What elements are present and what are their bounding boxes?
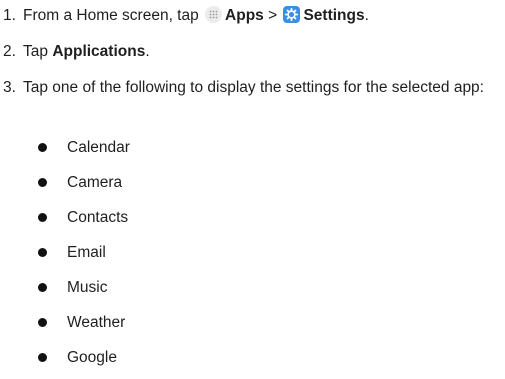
step-3: 3. Tap one of the following to display t…: [3, 77, 503, 99]
applications-label: Applications: [52, 43, 146, 60]
app-name: Google: [67, 348, 117, 366]
app-name: Email: [67, 243, 106, 261]
path-separator: >: [263, 7, 282, 24]
app-name: Calendar: [67, 138, 130, 156]
step-number: 2.: [3, 43, 16, 60]
apps-grid-icon: [205, 6, 223, 23]
apps-label: Apps: [225, 7, 264, 24]
step-1-intro: From a Home screen, tap: [23, 7, 204, 24]
settings-gear-icon: [283, 6, 301, 23]
list-item: Calendar: [38, 130, 130, 165]
bullet-icon: [38, 353, 47, 362]
step-2: 2. Tap Applications.: [3, 41, 503, 63]
list-item: Weather: [38, 305, 130, 340]
step-text: From a Home screen, tap Apps > Settings.: [23, 5, 503, 27]
list-item: Email: [38, 235, 130, 270]
bullet-icon: [38, 318, 47, 327]
list-item: Camera: [38, 165, 130, 200]
bullet-icon: [38, 213, 47, 222]
step-1: 1. From a Home screen, tap Apps > Settin…: [3, 5, 503, 27]
app-list: Calendar Camera Contacts Email Music Wea…: [38, 130, 130, 375]
step-number: 1.: [3, 7, 16, 24]
list-item: Contacts: [38, 200, 130, 235]
bullet-icon: [38, 178, 47, 187]
step-1-period: .: [364, 7, 369, 24]
instructions-document: 1. From a Home screen, tap Apps > Settin…: [0, 0, 505, 379]
bullet-icon: [38, 143, 47, 152]
app-name: Music: [67, 278, 108, 296]
step-text: Tap Applications.: [23, 41, 503, 63]
step-text: Tap one of the following to display the …: [23, 79, 484, 96]
app-name: Contacts: [67, 208, 129, 226]
bullet-icon: [38, 248, 47, 257]
app-name: Camera: [67, 173, 123, 191]
bullet-icon: [38, 283, 47, 292]
list-item: Google: [38, 340, 130, 375]
settings-label: Settings: [303, 7, 365, 24]
app-name: Weather: [67, 313, 126, 331]
step-2-intro: Tap: [23, 43, 53, 60]
step-number: 3.: [3, 79, 16, 96]
step-2-period: .: [145, 43, 150, 60]
list-item: Music: [38, 270, 130, 305]
